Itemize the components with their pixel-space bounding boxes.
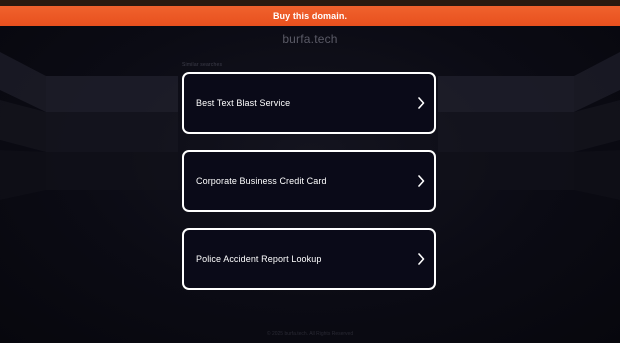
related-link-1[interactable]: Best Text Blast Service bbox=[182, 72, 436, 134]
related-link-label: Best Text Blast Service bbox=[196, 98, 291, 108]
related-link-3[interactable]: Police Accident Report Lookup bbox=[182, 228, 436, 290]
related-link-label: Corporate Business Credit Card bbox=[196, 176, 327, 186]
chevron-right-icon bbox=[416, 174, 426, 188]
domain-title: burfa.tech bbox=[282, 32, 338, 46]
related-link-2[interactable]: Corporate Business Credit Card bbox=[182, 150, 436, 212]
footer-copyright: © 2025 burfa.tech. All Rights Reserved bbox=[266, 331, 354, 337]
related-link-label: Police Accident Report Lookup bbox=[196, 254, 322, 264]
chevron-right-icon bbox=[416, 96, 426, 110]
buy-domain-label: Buy this domain. bbox=[272, 11, 348, 21]
buy-domain-button[interactable]: Buy this domain. bbox=[0, 6, 620, 26]
related-searches-label: Similar searches bbox=[182, 62, 223, 68]
parked-domain-page: Buy this domain. burfa.tech Similar sear… bbox=[0, 0, 620, 343]
chevron-right-icon bbox=[416, 252, 426, 266]
